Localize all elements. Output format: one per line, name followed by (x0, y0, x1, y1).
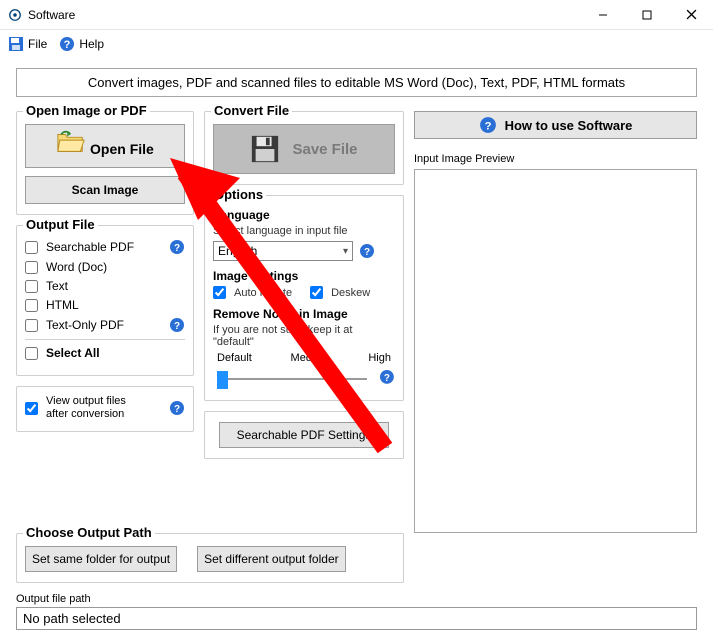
app-icon (8, 8, 22, 22)
svg-text:?: ? (484, 121, 491, 133)
deskew-checkbox[interactable] (310, 286, 323, 299)
text-checkbox[interactable] (25, 280, 38, 293)
save-file-label: Save File (292, 141, 357, 158)
svg-text:?: ? (174, 404, 180, 415)
svg-text:?: ? (64, 39, 71, 51)
textonly-pdf-label: Text-Only PDF (46, 318, 124, 332)
noise-hint: If you are not sure, keep it at "default… (213, 324, 395, 348)
auto-rotate-checkbox[interactable] (213, 286, 226, 299)
output-file-title: Output File (23, 217, 98, 232)
titlebar: Software (0, 0, 713, 30)
view-after-checkbox[interactable] (25, 402, 38, 415)
window-controls (581, 1, 713, 29)
choose-output-path-group: Choose Output Path Set same folder for o… (16, 533, 404, 583)
how-to-button[interactable]: ? How to use Software (414, 111, 697, 139)
svg-text:?: ? (174, 243, 180, 254)
searchable-pdf-settings-label: Searchable PDF Settings (237, 428, 372, 442)
diff-folder-label: Set different output folder (204, 552, 339, 566)
svg-text:?: ? (364, 247, 370, 258)
searchable-pdf-settings-button[interactable]: Searchable PDF Settings (219, 422, 389, 448)
save-file-button[interactable]: Save File (213, 124, 395, 174)
floppy-icon (250, 134, 280, 164)
chevron-down-icon: ▾ (343, 246, 348, 257)
content: Convert images, PDF and scanned files to… (0, 58, 713, 644)
open-group-title: Open Image or PDF (23, 103, 150, 118)
output-path-section: Output file path No path selected (16, 593, 697, 630)
help-icon[interactable]: ? (379, 369, 395, 385)
language-subhead: Language (213, 208, 395, 222)
word-label: Word (Doc) (46, 260, 107, 274)
output-file-group: Output File Searchable PDF? Word (Doc) T… (16, 225, 194, 376)
text-label: Text (46, 279, 68, 293)
help-menu-icon: ? (59, 36, 75, 52)
options-title: Options (211, 187, 266, 202)
svg-text:?: ? (384, 373, 390, 384)
image-settings-subhead: Image Settings (213, 269, 395, 283)
searchable-pdf-checkbox[interactable] (25, 241, 38, 254)
language-value: English (218, 244, 257, 258)
convert-file-title: Convert File (211, 103, 292, 118)
folder-open-icon (56, 130, 86, 154)
slider-thumb[interactable] (217, 371, 228, 389)
html-checkbox[interactable] (25, 299, 38, 312)
scan-image-label: Scan Image (72, 183, 139, 197)
same-folder-label: Set same folder for output (32, 552, 170, 566)
convert-file-group: Convert File Save File (204, 111, 404, 185)
view-after-group: View output files after conversion ? (16, 386, 194, 432)
menubar: File ? Help (0, 30, 713, 58)
language-select[interactable]: English ▾ (213, 241, 353, 261)
searchable-pdf-label: Searchable PDF (46, 240, 134, 254)
maximize-button[interactable] (625, 1, 669, 29)
slider-label-medium: Medium (291, 352, 330, 364)
preview-box (414, 169, 697, 533)
help-icon[interactable]: ? (359, 243, 375, 259)
deskew-label: Deskew (331, 287, 370, 299)
view-after-label: View output files after conversion (46, 395, 126, 421)
open-file-label: Open File (90, 141, 154, 157)
select-all-checkbox[interactable] (25, 347, 38, 360)
preview-label: Input Image Preview (414, 153, 697, 165)
save-icon (8, 36, 24, 52)
help-icon: ? (479, 116, 497, 134)
minimize-button[interactable] (581, 1, 625, 29)
output-path-title: Output file path (16, 593, 697, 605)
language-hint: Select language in input file (213, 225, 395, 237)
select-all-label: Select All (46, 346, 100, 360)
choose-output-path-title: Choose Output Path (23, 525, 155, 540)
noise-slider[interactable] (213, 366, 373, 390)
auto-rotate-label: Auto Rotate (234, 287, 292, 299)
options-group: Options Language Select language in inpu… (204, 195, 404, 401)
scan-image-button[interactable]: Scan Image (25, 176, 185, 204)
open-file-button[interactable]: Open File (25, 124, 185, 168)
word-checkbox[interactable] (25, 261, 38, 274)
window-title: Software (28, 8, 581, 22)
help-menu[interactable]: ? Help (59, 36, 104, 52)
output-path-value: No path selected (16, 607, 697, 630)
open-group: Open Image or PDF Open File Scan Image (16, 111, 194, 215)
file-menu-label: File (28, 37, 47, 51)
help-menu-label: Help (79, 37, 104, 51)
textonly-pdf-checkbox[interactable] (25, 319, 38, 332)
diff-folder-button[interactable]: Set different output folder (197, 546, 346, 572)
html-label: HTML (46, 298, 79, 312)
help-icon[interactable]: ? (169, 239, 185, 255)
pdf-settings-group: Searchable PDF Settings (204, 411, 404, 459)
same-folder-button[interactable]: Set same folder for output (25, 546, 177, 572)
banner: Convert images, PDF and scanned files to… (16, 68, 697, 97)
slider-label-high: High (368, 352, 391, 364)
slider-label-default: Default (217, 352, 252, 364)
help-icon[interactable]: ? (169, 400, 185, 416)
help-icon[interactable]: ? (169, 317, 185, 333)
noise-subhead: Remove Noise in Image (213, 307, 395, 321)
svg-text:?: ? (174, 321, 180, 332)
file-menu[interactable]: File (8, 36, 47, 52)
close-button[interactable] (669, 1, 713, 29)
how-to-label: How to use Software (505, 118, 633, 133)
